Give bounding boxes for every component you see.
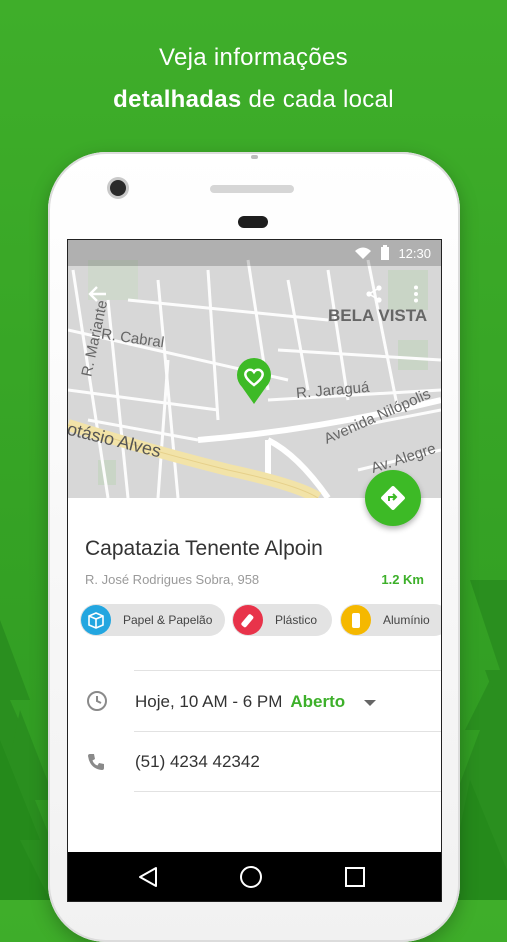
system-nav-bar: [68, 852, 441, 901]
share-icon[interactable]: [365, 285, 383, 303]
material-chip-plastic[interactable]: Plástico: [232, 604, 332, 636]
app-screen: R. Mariante R. Cabral BELA VISTA R. Jara…: [67, 239, 442, 902]
phone-sensor: [251, 155, 258, 159]
hours-text: Hoje, 10 AM - 6 PM: [135, 692, 283, 711]
back-arrow-icon[interactable]: [88, 285, 108, 303]
wifi-icon: [355, 247, 371, 259]
material-chip-label: Alumínio: [383, 613, 430, 627]
front-camera: [110, 180, 126, 196]
phone-number[interactable]: (51) 4234 42342: [135, 752, 260, 772]
bottle-icon: [233, 605, 263, 635]
promo-bold-word: detalhadas: [113, 86, 242, 113]
phone-earpiece: [238, 216, 268, 228]
promo-line-2: detalhadas de cada local: [0, 86, 507, 114]
promo-line-2-rest: de cada local: [241, 86, 394, 113]
place-title: Capatazia Tenente Alpoin: [85, 537, 323, 560]
nav-back-icon[interactable]: [136, 865, 160, 889]
material-chip-paper[interactable]: Papel & Papelão: [80, 604, 225, 636]
status-bar: 12:30: [68, 240, 441, 266]
material-chip-aluminum[interactable]: Alumínio: [340, 604, 441, 636]
location-pin-icon[interactable]: [234, 357, 274, 405]
can-icon: [341, 605, 371, 635]
divider: [134, 731, 441, 732]
map-view[interactable]: R. Mariante R. Cabral BELA VISTA R. Jara…: [68, 240, 441, 498]
directions-icon: [381, 486, 405, 510]
divider: [134, 791, 441, 792]
more-options-icon[interactable]: [413, 285, 419, 303]
hours-row[interactable]: Hoje, 10 AM - 6 PM Aberto: [135, 692, 376, 712]
battery-icon: [381, 245, 389, 260]
nav-recents-icon[interactable]: [344, 866, 366, 888]
place-distance: 1.2 Km: [381, 572, 424, 587]
box-icon: [81, 605, 111, 635]
promo-line-1: Veja informações: [159, 44, 348, 71]
dropdown-arrow-icon[interactable]: [363, 699, 376, 706]
nav-home-icon[interactable]: [239, 865, 263, 889]
material-chip-label: Plástico: [275, 613, 318, 627]
phone-speaker: [210, 185, 294, 193]
place-address: R. José Rodrigues Sobra, 958: [85, 572, 260, 587]
phone-icon: [88, 754, 104, 770]
divider: [134, 670, 441, 671]
map-label-bela-vista: BELA VISTA: [328, 306, 428, 325]
clock-icon: [87, 691, 107, 711]
open-status: Aberto: [290, 692, 346, 711]
directions-button[interactable]: [365, 470, 421, 526]
material-chip-label: Papel & Papelão: [123, 613, 213, 627]
status-time: 12:30: [398, 246, 431, 261]
